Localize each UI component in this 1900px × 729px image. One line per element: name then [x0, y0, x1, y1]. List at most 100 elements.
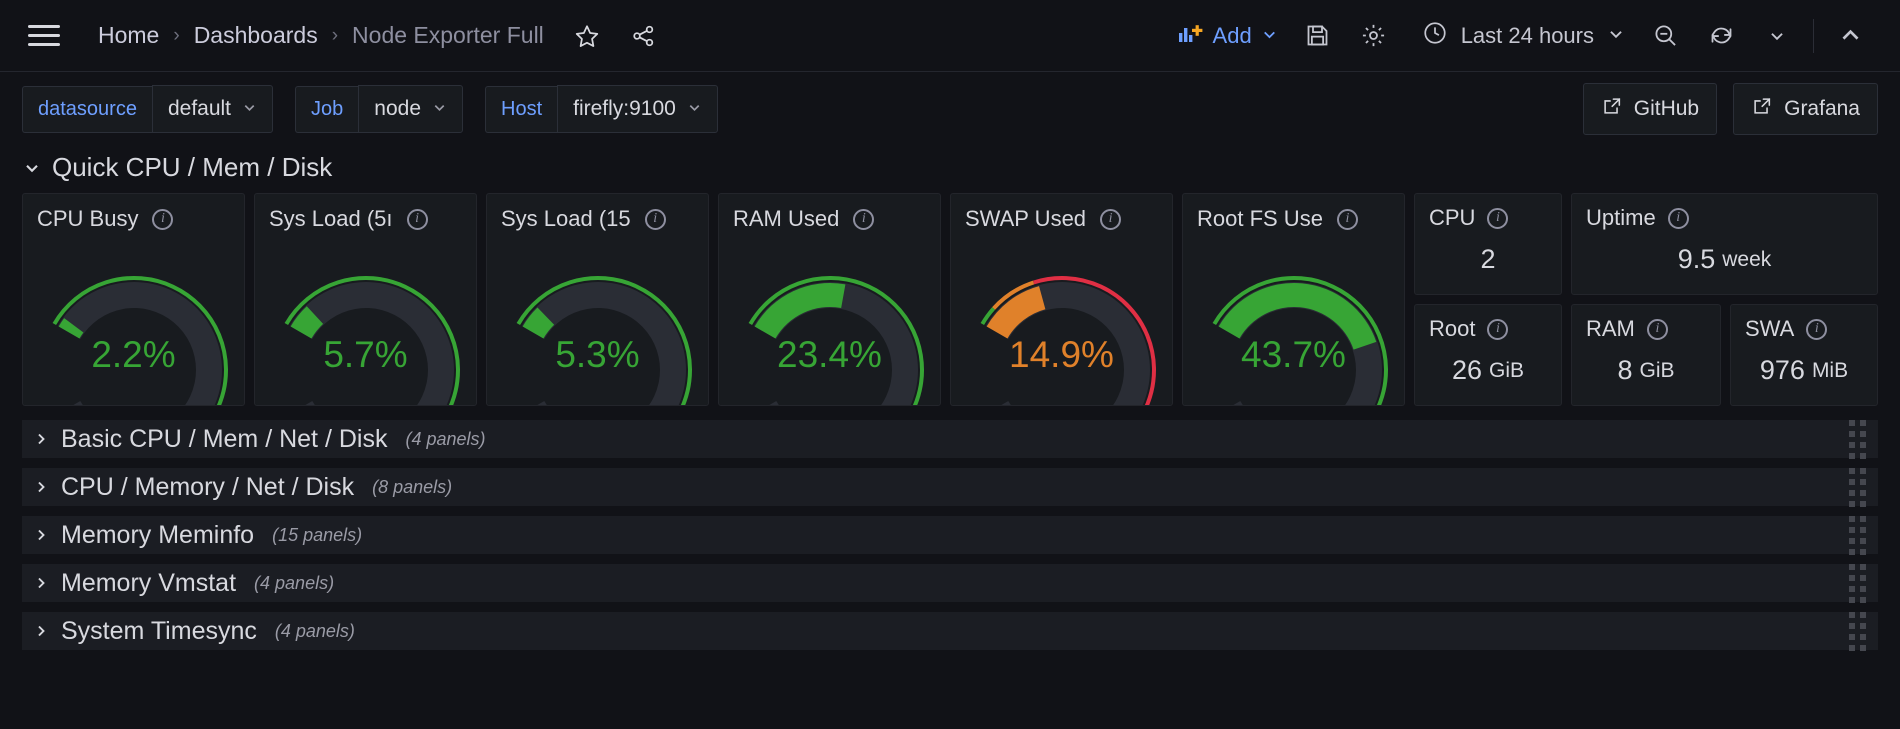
time-range-picker[interactable]: Last 24 hours [1410, 12, 1637, 60]
row-header-quick-cpu-mem-disk[interactable]: Quick CPU / Mem / Disk [0, 146, 1900, 193]
variable-host-value: firefly:9100 [573, 97, 676, 120]
drag-handle-icon[interactable] [1849, 419, 1866, 459]
row-header-memory-meminfo[interactable]: Memory Meminfo (15 panels) [22, 515, 1878, 555]
drag-handle-icon[interactable] [1849, 467, 1866, 507]
variable-job-select[interactable]: node [358, 85, 463, 133]
variable-datasource-label: datasource [22, 85, 152, 133]
variable-host: Host firefly:9100 [485, 85, 718, 133]
breadcrumb: Home › Dashboards › Node Exporter Full [98, 22, 656, 49]
stat-value-number: 2 [1480, 244, 1496, 274]
chevron-right-icon [32, 526, 50, 544]
time-range-label: Last 24 hours [1460, 22, 1594, 48]
chevron-down-icon [22, 158, 42, 178]
collapse-toolbar-button[interactable] [1827, 13, 1873, 59]
info-icon[interactable]: i [853, 208, 875, 230]
stat-panel-column: CPU i 2 Uptime i 9.5 week Root i 26 GiB … [1414, 193, 1878, 406]
refresh-button[interactable] [1698, 13, 1744, 59]
stat-value-unit: GiB [1639, 358, 1675, 382]
gauge-panels: CPU Busy i 2.2% Sys Load (5ı i 5.7% Sys Load (… [22, 193, 1405, 406]
info-icon[interactable]: i [1487, 318, 1509, 340]
gauge-value: 43.7% [1241, 334, 1346, 375]
panel-title-label: Sys Load (15 [501, 206, 631, 231]
variable-job: Job node [295, 85, 463, 133]
panel-title-label: Sys Load (5ı [269, 206, 393, 231]
variable-datasource-select[interactable]: default [151, 85, 274, 133]
chevron-down-icon [1261, 23, 1278, 49]
link-grafana-label: Grafana [1784, 97, 1860, 120]
row-panel-count: (4 panels) [274, 620, 355, 641]
link-github[interactable]: GitHub [1582, 83, 1718, 135]
save-dashboard-button[interactable] [1295, 13, 1341, 59]
info-icon[interactable]: i [1487, 207, 1509, 229]
dashboard-settings-button[interactable] [1351, 13, 1397, 59]
drag-handle-icon[interactable] [1849, 563, 1866, 603]
stat-value-unit: GiB [1489, 358, 1525, 382]
info-icon[interactable]: i [1806, 318, 1828, 340]
external-link-icon [1751, 95, 1773, 123]
gauge-panel-cpu-busy[interactable]: CPU Busy i 2.2% [22, 193, 245, 406]
variable-host-select[interactable]: firefly:9100 [557, 85, 718, 133]
info-icon[interactable]: i [644, 208, 666, 230]
breadcrumb-separator: › [331, 24, 339, 46]
info-icon[interactable]: i [1646, 318, 1668, 340]
gauge-panel-sys-load-5[interactable]: Sys Load (5ı i 5.7% [254, 193, 477, 406]
menu-toggle-icon[interactable] [24, 21, 64, 50]
row-title: System Timesync [61, 616, 257, 645]
add-panel-icon [1178, 22, 1204, 50]
stat-value: 976 MiB [1731, 342, 1877, 405]
breadcrumb-item-home[interactable]: Home [98, 22, 159, 49]
drag-handle-icon[interactable] [1849, 611, 1866, 651]
drag-handle-icon[interactable] [1849, 515, 1866, 555]
variable-datasource-value: default [167, 97, 232, 120]
row-panel-count: (4 panels) [405, 428, 486, 449]
stat-title: CPU i [1415, 194, 1561, 231]
clock-icon [1422, 20, 1448, 52]
stat-value-number: 8 [1617, 355, 1633, 385]
panel-title-label: RAM Used [733, 206, 840, 231]
stat-panel-ram-total[interactable]: RAM i 8 GiB [1571, 304, 1721, 406]
chevron-down-icon [687, 97, 702, 121]
row-header-basic-cpu-mem-net-disk[interactable]: Basic CPU / Mem / Net / Disk (4 panels) [22, 419, 1878, 459]
info-icon[interactable]: i [1100, 208, 1122, 230]
row-title: Quick CPU / Mem / Disk [52, 152, 333, 182]
info-icon[interactable]: i [152, 208, 174, 230]
nav-actions: Add Last 24 hours [1167, 12, 1878, 60]
add-panel-button[interactable]: Add [1167, 14, 1290, 58]
stat-title: RAM i [1572, 305, 1720, 342]
link-grafana[interactable]: Grafana [1733, 83, 1878, 135]
add-panel-label: Add [1212, 22, 1252, 48]
chevron-down-icon [432, 97, 447, 121]
gauge-value: 5.7% [323, 334, 408, 375]
gauge-panel-ram-used[interactable]: RAM Used i 23.4% [718, 193, 941, 406]
row-header-cpu-memory-net-disk[interactable]: CPU / Memory / Net / Disk (8 panels) [22, 467, 1878, 507]
stat-title-label: CPU [1429, 205, 1476, 230]
stat-panel-root-size[interactable]: Root i 26 GiB [1414, 304, 1562, 406]
zoom-out-time-button[interactable] [1642, 13, 1688, 59]
panel-title: Sys Load (15 i [487, 194, 708, 232]
gauge-panel-root-fs-use[interactable]: Root FS Use i 43.7% [1182, 193, 1405, 406]
stat-panel-swap-total[interactable]: SWA i 976 MiB [1730, 304, 1878, 406]
stat-value-unit: MiB [1811, 358, 1849, 382]
info-icon[interactable]: i [1336, 208, 1358, 230]
row-panel-count: (15 panels) [272, 524, 363, 545]
gauge-value: 23.4% [777, 334, 882, 375]
info-icon[interactable]: i [1667, 207, 1689, 229]
stat-row-bottom: Root i 26 GiB RAM i 8 GiB SWA i 976 MiB [1414, 304, 1878, 406]
info-icon[interactable]: i [406, 208, 428, 230]
variable-job-label: Job [295, 85, 359, 133]
row-header-memory-vmstat[interactable]: Memory Vmstat (4 panels) [22, 563, 1878, 603]
stat-row-top: CPU i 2 Uptime i 9.5 week [1414, 193, 1878, 295]
refresh-interval-dropdown[interactable] [1754, 13, 1800, 59]
breadcrumb-item-dashboards[interactable]: Dashboards [194, 22, 318, 49]
stat-panel-cpu-cores[interactable]: CPU i 2 [1414, 193, 1562, 295]
row-header-system-timesync[interactable]: System Timesync (4 panels) [22, 611, 1878, 651]
row-title: Memory Vmstat [61, 568, 237, 597]
stat-panel-uptime[interactable]: Uptime i 9.5 week [1571, 193, 1878, 295]
star-icon[interactable] [574, 23, 600, 49]
variable-bar: datasource default Job node Host firefly… [0, 72, 1900, 146]
gauge-panel-swap-used[interactable]: SWAP Used i 14.9% [950, 193, 1173, 406]
gauge-graphic: 43.7% [1183, 234, 1404, 405]
gauge-panel-sys-load-15[interactable]: Sys Load (15 i 5.3% [486, 193, 709, 406]
stat-value-number: 9.5 [1677, 244, 1716, 274]
share-icon[interactable] [630, 23, 656, 49]
